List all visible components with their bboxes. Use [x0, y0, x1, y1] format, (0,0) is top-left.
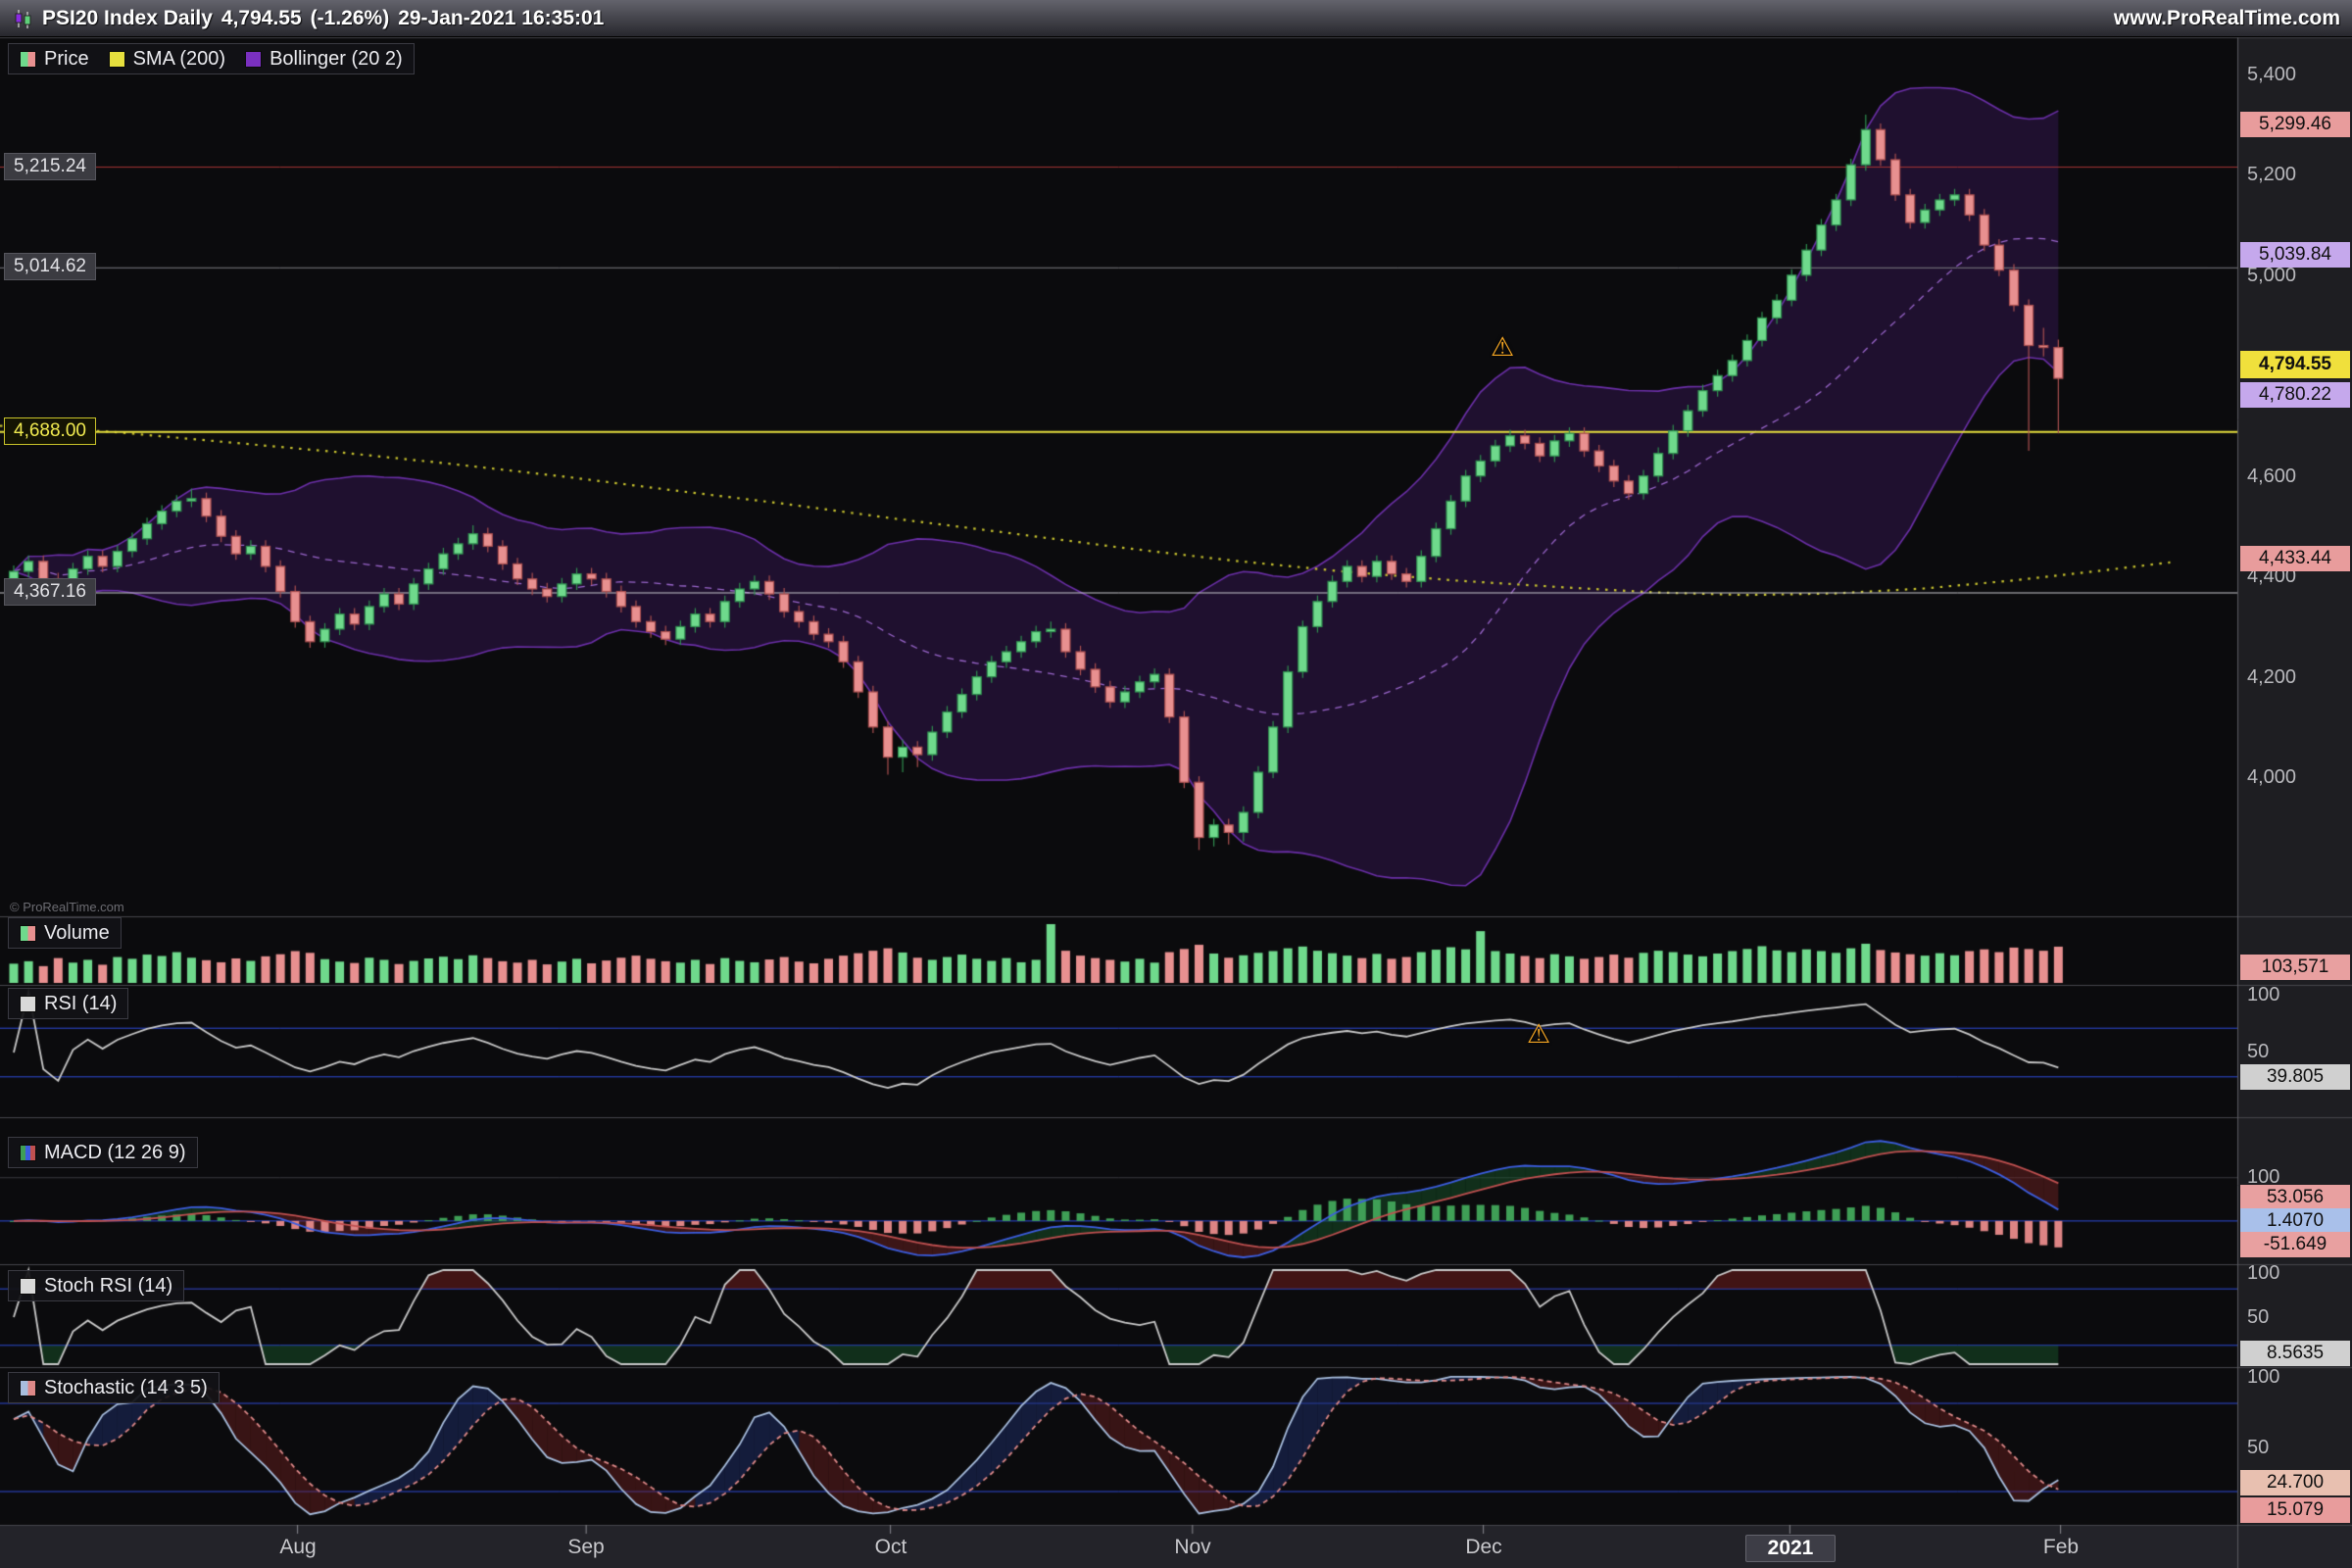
price-level-label-4367: 4,367.16 [4, 578, 96, 606]
macd-value-badge: -51.649 [2240, 1232, 2350, 1257]
price-axis-tick: 4,200 [2247, 666, 2345, 688]
price-level-label-5215: 5,215.24 [4, 153, 96, 180]
legend-item-macd[interactable]: MACD (12 26 9) [20, 1142, 186, 1163]
legend-item-stoch-rsi[interactable]: Stoch RSI (14) [20, 1275, 172, 1297]
macd-swatch-icon [20, 1145, 36, 1161]
volume-value-badge: 103,571 [2240, 955, 2350, 980]
time-axis-label-sep: Sep [542, 1535, 630, 1560]
candlestick-app-icon [12, 8, 33, 29]
middle-band-badge: 5,039.84 [2240, 242, 2350, 268]
stochastic-swatch-icon [20, 1380, 36, 1396]
legend-label-price: Price [44, 48, 89, 70]
header-timestamp: 29-Jan-2021 16:35:01 [398, 7, 604, 30]
legend-item-stochastic[interactable]: Stochastic (14 3 5) [20, 1377, 208, 1398]
bollinger-swatch-icon [245, 51, 262, 68]
time-axis-label-oct: Oct [847, 1535, 935, 1560]
legend-item-sma[interactable]: SMA (200) [109, 48, 225, 70]
rsi-value-badge: 39.805 [2240, 1064, 2350, 1090]
price-chart-canvas[interactable] [0, 0, 2352, 1568]
legend-item-rsi[interactable]: RSI (14) [20, 993, 117, 1014]
time-axis-label-dec: Dec [1440, 1535, 1528, 1560]
stoch-rsi-panel-legend: Stoch RSI (14) [8, 1270, 184, 1301]
header-change-percent: (-1.26%) [311, 7, 390, 30]
stoch-rsi-swatch-icon [20, 1278, 36, 1295]
copyright-watermark: © ProRealTime.com [10, 900, 124, 914]
stochastic-d-badge: 15.079 [2240, 1497, 2350, 1523]
stochastic-axis-tick: 50 [2247, 1437, 2345, 1458]
legend-item-price[interactable]: Price [20, 48, 89, 70]
prorealtime-chart-window: { "header": { "symbol_title": "PSI20 Ind… [0, 0, 2352, 1568]
rsi-alert-warning-icon[interactable]: ⚠ [1527, 1019, 1550, 1050]
price-axis-tick: 4,600 [2247, 466, 2345, 487]
legend-label-rsi: RSI (14) [44, 993, 117, 1014]
price-axis-tick: 5,200 [2247, 164, 2345, 185]
legend-label-macd: MACD (12 26 9) [44, 1142, 186, 1163]
rsi-swatch-icon [20, 996, 36, 1012]
rsi-panel-legend: RSI (14) [8, 988, 128, 1019]
price-alert-warning-icon[interactable]: ⚠ [1491, 332, 1514, 363]
price-level-label-5014: 5,014.62 [4, 253, 96, 280]
website-watermark: www.ProRealTime.com [2114, 7, 2340, 30]
rsi-axis-tick: 50 [2247, 1041, 2345, 1062]
title-bar: PSI20 Index Daily 4,794.55 (-1.26%) 29-J… [0, 0, 2352, 37]
upper-band-badge: 5,299.46 [2240, 112, 2350, 137]
symbol-title: PSI20 Index Daily [42, 7, 213, 30]
price-level-label-4688: 4,688.00 [4, 417, 96, 445]
sma-swatch-icon [109, 51, 125, 68]
legend-label-sma: SMA (200) [133, 48, 225, 70]
price-axis-tick: 5,000 [2247, 265, 2345, 286]
macd-zero-badge: 1.4070 [2240, 1208, 2350, 1234]
price-axis-tick: 5,400 [2247, 64, 2345, 85]
instrument-header: PSI20 Index Daily 4,794.55 (-1.26%) 29-J… [12, 7, 604, 30]
stoch-rsi-axis-tick: 50 [2247, 1306, 2345, 1328]
macd-signal-badge: 53.056 [2240, 1185, 2350, 1210]
volume-swatch-icon [20, 925, 36, 942]
macd-panel-legend: MACD (12 26 9) [8, 1137, 198, 1168]
volume-panel-legend: Volume [8, 917, 122, 949]
stochastic-panel-legend: Stochastic (14 3 5) [8, 1372, 220, 1403]
price-swatch-icon [20, 51, 36, 68]
lower-band-badge: 4,780.22 [2240, 382, 2350, 408]
legend-label-stoch-rsi: Stoch RSI (14) [44, 1275, 172, 1297]
sma200-value-badge: 4,433.44 [2240, 546, 2350, 571]
time-axis-label-nov: Nov [1149, 1535, 1237, 1560]
price-axis-tick: 4,000 [2247, 766, 2345, 788]
stoch-rsi-value-badge: 8.5635 [2240, 1341, 2350, 1366]
stoch-rsi-axis-tick: 100 [2247, 1262, 2345, 1284]
time-axis-label-2021: 2021 [1745, 1535, 1836, 1562]
legend-label-bollinger: Bollinger (20 2) [270, 48, 403, 70]
time-axis-label-aug: Aug [254, 1535, 342, 1560]
legend-label-volume: Volume [44, 922, 110, 944]
stochastic-k-badge: 24.700 [2240, 1470, 2350, 1495]
rsi-axis-tick: 100 [2247, 984, 2345, 1005]
legend-label-stochastic: Stochastic (14 3 5) [44, 1377, 208, 1398]
last-price-badge: 4,794.55 [2240, 351, 2350, 378]
price-panel-legend: Price SMA (200) Bollinger (20 2) [8, 43, 415, 74]
time-axis-label-feb: Feb [2017, 1535, 2105, 1560]
legend-item-volume[interactable]: Volume [20, 922, 110, 944]
legend-item-bollinger[interactable]: Bollinger (20 2) [245, 48, 403, 70]
header-last-price: 4,794.55 [221, 7, 302, 30]
stochastic-axis-tick: 100 [2247, 1366, 2345, 1388]
